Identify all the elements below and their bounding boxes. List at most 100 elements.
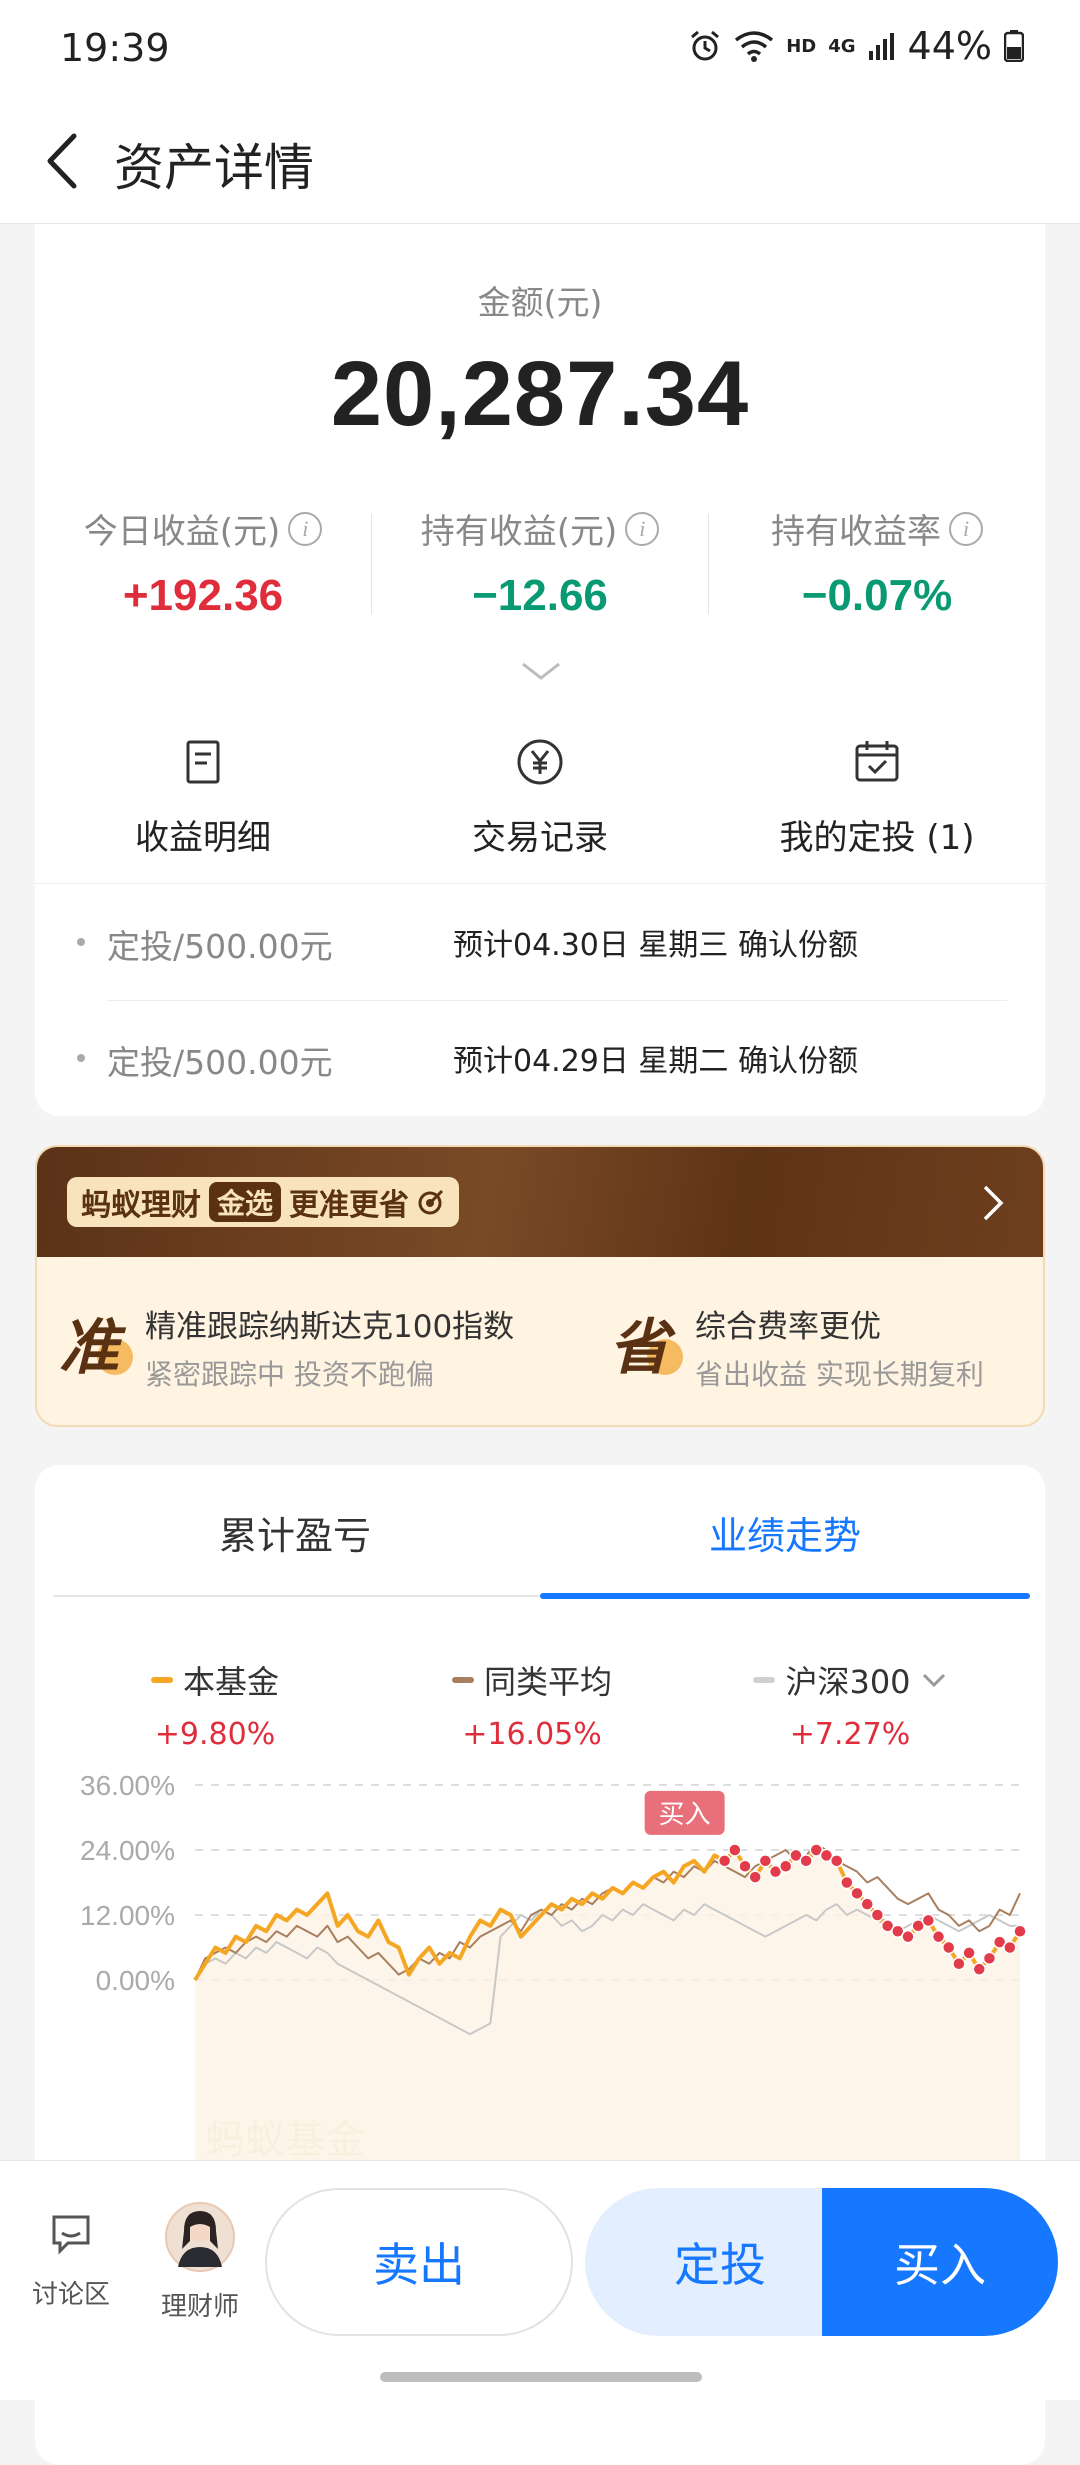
- network-indicator: 4G: [828, 35, 856, 57]
- y-tick-label: 36.00%: [80, 1770, 175, 1801]
- profit-detail-label: 收益明细: [135, 818, 271, 858]
- chevron-down-icon[interactable]: [921, 1672, 947, 1688]
- legend-pct: +16.05%: [462, 1717, 602, 1752]
- legend-peer-average: 同类平均 +16.05%: [372, 1657, 692, 1752]
- amount-label: 金额(元): [477, 283, 603, 322]
- feature-desc: 省出收益 实现长期复利: [695, 1358, 984, 1391]
- buy-point: [840, 1875, 854, 1890]
- info-icon[interactable]: i: [949, 511, 983, 546]
- info-icon[interactable]: i: [625, 511, 660, 546]
- buy-point: [962, 1946, 976, 1960]
- plan-note: 预计04.30日 星期三 确认份额: [453, 928, 858, 963]
- legend-swatch: [753, 1677, 776, 1683]
- holding-rate-label: 持有收益率: [771, 512, 941, 552]
- buy-point: [850, 1886, 864, 1901]
- status-icons: HD 4G 44%: [688, 24, 1024, 68]
- legend-benchmark[interactable]: 沪深300 +7.27%: [690, 1657, 1010, 1752]
- battery-percent: 44%: [907, 24, 992, 68]
- trade-records-button[interactable]: 交易记录: [372, 734, 708, 859]
- bottom-action-bar: 讨论区 理财师 卖出 定投 买入: [0, 2160, 1080, 2400]
- promo-banner[interactable]: 蚂蚁理财 金选 更准更省 准 精准跟踪纳斯达克100指数 紧密跟踪中 投资不跑偏…: [35, 1145, 1045, 1427]
- bullet: [77, 938, 85, 946]
- divider: [35, 883, 1045, 884]
- bullet: [77, 1054, 85, 1062]
- legend-name: 沪深300: [785, 1663, 911, 1701]
- buy-point: [1013, 1924, 1027, 1938]
- document-icon: [186, 740, 220, 784]
- discussion-label: 讨论区: [31, 2280, 110, 2310]
- advisor-button[interactable]: 理财师: [152, 2201, 248, 2323]
- buy-button[interactable]: 买入: [822, 2188, 1058, 2336]
- plan-amount: 定投/500.00元: [107, 927, 333, 966]
- plan-row[interactable]: 定投/500.00元 预计04.30日 星期三 确认份额: [35, 902, 1045, 982]
- my-plans-button[interactable]: 我的定投 (1): [709, 734, 1045, 859]
- status-time: 19:39: [60, 26, 170, 70]
- asset-summary-card: 金额(元) 20,287.34 今日收益(元) i +192.36 持有收益(元)…: [35, 224, 1045, 1116]
- feature-desc: 紧密跟踪中 投资不跑偏: [145, 1358, 434, 1391]
- back-arrow-icon[interactable]: [36, 126, 96, 196]
- battery-icon: [1004, 30, 1024, 62]
- tab-performance-trend[interactable]: 业绩走势: [540, 1505, 1030, 1560]
- chat-icon: [52, 2215, 90, 2255]
- legend-swatch: [150, 1677, 173, 1683]
- chevron-right-icon[interactable]: [981, 1183, 1007, 1223]
- sell-button[interactable]: 卖出: [265, 2188, 573, 2336]
- my-plans-label: 我的定投 (1): [779, 818, 975, 858]
- buy-point: [829, 1854, 844, 1868]
- saving-emblem: 省: [609, 1299, 689, 1383]
- buy-point: [799, 1854, 813, 1868]
- accurate-emblem: 准: [59, 1299, 139, 1383]
- legend-name: 同类平均: [483, 1663, 612, 1701]
- auto-invest-button[interactable]: 定投: [585, 2188, 855, 2336]
- promo-slogan: 更准更省: [289, 1188, 410, 1223]
- buy-point: [1003, 1940, 1017, 1955]
- alarm-icon: [691, 30, 720, 61]
- profit-detail-button[interactable]: 收益明细: [35, 734, 371, 859]
- y-tick-label: 12.00%: [80, 1900, 175, 1931]
- buy-point: [728, 1843, 742, 1857]
- feature-title: 精准跟踪纳斯达克100指数: [145, 1309, 515, 1345]
- buy-point: [931, 1929, 946, 1944]
- tab-cumulative-pnl[interactable]: 累计盈亏: [50, 1505, 540, 1560]
- home-indicator: [380, 2372, 702, 2382]
- today-profit-metric[interactable]: 今日收益(元) i +192.36: [35, 504, 371, 621]
- holding-profit-value: −12.66: [472, 571, 608, 620]
- advisor-avatar: [165, 2202, 235, 2272]
- today-profit-label: 今日收益(元): [83, 512, 281, 552]
- nav-bar: 资产详情: [0, 100, 1080, 224]
- active-tab-indicator: [540, 1593, 1030, 1599]
- y-tick-label: 0.00%: [96, 1965, 175, 1996]
- plan-row[interactable]: 定投/500.00元 预计04.29日 星期二 确认份额: [35, 1018, 1045, 1098]
- signal-icon: [868, 33, 894, 60]
- holding-rate-value: −0.07%: [801, 571, 953, 620]
- buy-point: [972, 1962, 987, 1976]
- buy-point: [860, 1897, 874, 1911]
- info-icon[interactable]: i: [288, 511, 323, 546]
- holding-profit-metric[interactable]: 持有收益(元) i −12.66: [372, 504, 708, 621]
- feature-title: 综合费率更优: [695, 1309, 881, 1345]
- today-profit-value: +192.36: [122, 571, 284, 620]
- wifi-icon: [735, 31, 774, 62]
- buy-point: [941, 1940, 956, 1955]
- advisor-label: 理财师: [160, 2292, 239, 2322]
- promo-brand: 蚂蚁理财: [81, 1188, 201, 1223]
- divider: [107, 1000, 1007, 1001]
- holding-rate-metric[interactable]: 持有收益率 i −0.07%: [709, 504, 1045, 621]
- legend-pct: +9.80%: [154, 1717, 276, 1752]
- trade-records-label: 交易记录: [472, 818, 608, 858]
- page-title: 资产详情: [114, 139, 314, 197]
- plan-note: 预计04.29日 星期二 确认份额: [453, 1044, 858, 1079]
- buy-point: [901, 1929, 915, 1944]
- legend-name: 本基金: [182, 1663, 279, 1701]
- feature-accurate: 准 精准跟踪纳斯达克100指数 紧密跟踪中 投资不跑偏: [59, 1297, 539, 1397]
- calendar-check-icon: [855, 741, 899, 782]
- discussion-button[interactable]: 讨论区: [26, 2211, 116, 2311]
- performance-chart: 36.00%24.00%12.00%0.00%蚂蚁基金买入: [80, 1770, 1027, 2165]
- promo-badge: 金选: [209, 1182, 282, 1222]
- buy-point: [758, 1854, 773, 1868]
- y-tick-label: 24.00%: [80, 1835, 175, 1866]
- buy-point: [870, 1908, 885, 1922]
- expand-chevron-icon[interactable]: [521, 660, 561, 682]
- buy-point: [738, 1859, 752, 1873]
- holding-profit-label: 持有收益(元): [420, 512, 618, 552]
